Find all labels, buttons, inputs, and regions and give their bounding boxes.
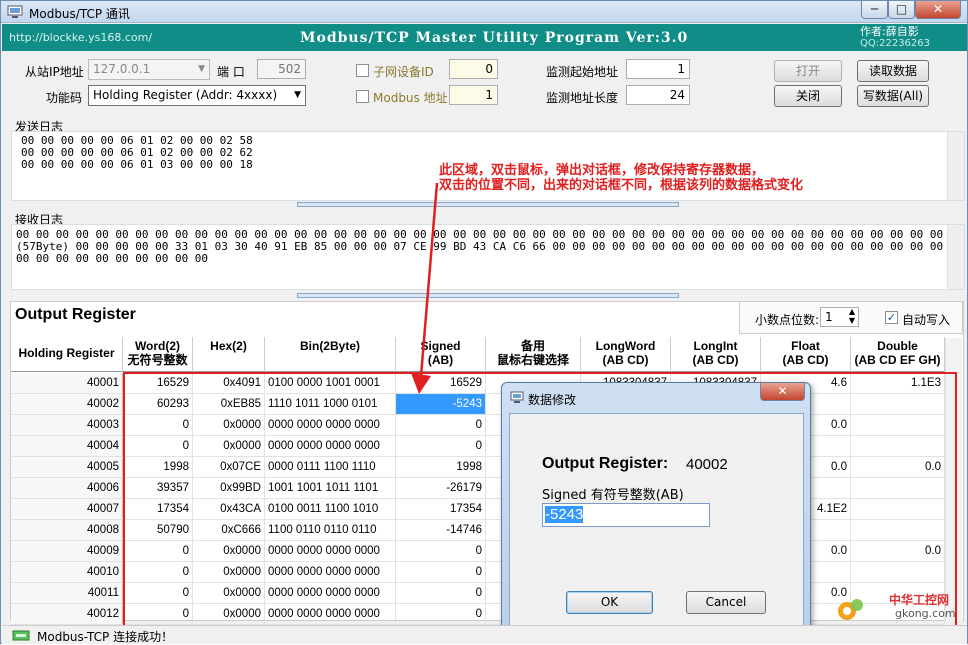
close-button[interactable]: ✕: [915, 1, 961, 19]
app-icon: [7, 5, 23, 18]
row-header[interactable]: 40012: [11, 604, 123, 625]
row-header[interactable]: 40011: [11, 583, 123, 604]
modbus-addr-checkbox[interactable]: [356, 90, 369, 103]
dialog-register-number: 40002: [686, 456, 728, 473]
annotation-text: 此区域，双击鼠标，弹出对话框，修改保持寄存器数据， 双击的位置不同，出来的对话框不…: [439, 163, 803, 193]
column-header-hex[interactable]: Hex(2): [193, 337, 265, 372]
column-header-double[interactable]: Double (AB CD EF GH): [851, 337, 945, 372]
decimals-label: 小数点位数:: [755, 313, 820, 327]
send-log-text: 00 00 00 00 00 06 01 02 00 00 02 58 00 00…: [21, 135, 253, 171]
start-addr-label: 监测起始地址: [546, 65, 619, 79]
write-all-button[interactable]: 写数据(All): [857, 85, 929, 107]
column-header-addr[interactable]: Holding Register: [11, 337, 123, 372]
spinner-arrows-icon[interactable]: ▲ ▼: [849, 307, 855, 325]
author-name: 作者:薛自影: [860, 25, 919, 38]
gear-icon: [838, 599, 863, 620]
column-header-word[interactable]: Word(2) 无符号整数: [123, 337, 193, 372]
send-log-splitter[interactable]: [297, 202, 679, 207]
close-connection-button[interactable]: 关闭: [774, 85, 842, 107]
window-title: Modbus/TCP 通讯: [29, 7, 130, 21]
connection-icon: [12, 630, 30, 641]
row-header[interactable]: 40002: [11, 394, 123, 415]
dialog-value-selected: -5243: [545, 506, 584, 523]
column-header-spare[interactable]: 备用 鼠标右键选择: [486, 337, 581, 372]
function-code-select[interactable]: Holding Register (Addr: 4xxxx) ▼: [88, 85, 306, 106]
annotation-line: 此区域，双击鼠标，弹出对话框，修改保持寄存器数据，: [439, 163, 765, 178]
log-line: 00 00 00 00 00 06 01 03 00 00 00 18: [21, 158, 253, 171]
port-field[interactable]: 502: [257, 59, 306, 79]
row-header[interactable]: 40001: [11, 373, 123, 394]
subnet-id-label: 子网设备ID: [373, 65, 434, 79]
ip-combo[interactable]: 127.0.0.1 ▼: [88, 59, 210, 80]
dialog-body: Output Register: 40002 Signed 有符号整数(AB) …: [509, 413, 804, 629]
row-header[interactable]: 40008: [11, 520, 123, 541]
output-register-title: Output Register: [15, 306, 136, 323]
dialog-value-input[interactable]: -5243: [542, 503, 710, 527]
start-addr-field[interactable]: 1: [626, 59, 690, 79]
row-header[interactable]: 40010: [11, 562, 123, 583]
subnet-id-checkbox[interactable]: [356, 64, 369, 77]
read-data-button[interactable]: 读取数据: [857, 60, 929, 82]
column-header-lint[interactable]: LongInt (AB CD): [671, 337, 761, 372]
chevron-down-icon: ▼: [198, 64, 205, 74]
row-header[interactable]: 40004: [11, 436, 123, 457]
open-button[interactable]: 打开: [774, 60, 842, 82]
dialog-heading: Output Register:: [542, 455, 669, 472]
function-code-value: Holding Register (Addr: 4xxxx): [93, 88, 278, 102]
annotation-arrow: [411, 182, 439, 394]
recv-log-scrollbar[interactable]: [947, 225, 964, 289]
func-label: 功能码: [46, 91, 83, 105]
maximize-button[interactable]: □: [888, 1, 915, 19]
row-header[interactable]: 40007: [11, 499, 123, 520]
dialog-field-label: Signed 有符号整数(AB): [542, 488, 684, 503]
watermark-logo: 中华工控网 gkong.com: [833, 587, 963, 627]
watermark-site: 中华工控网: [889, 593, 950, 607]
auto-write-label: 自动写入: [902, 313, 951, 327]
chevron-down-icon: ▼: [294, 90, 301, 100]
dialog-close-button[interactable]: ✕: [760, 383, 805, 401]
recv-log-text: 00 00 00 00 00 00 00 00 00 00 00 00 00 0…: [16, 229, 944, 265]
row-header[interactable]: 40006: [11, 478, 123, 499]
ok-button[interactable]: OK: [566, 591, 653, 614]
author-info: 作者:薛自影 QQ:22236263: [860, 26, 930, 50]
send-log-scrollbar[interactable]: [947, 132, 964, 200]
modbus-addr-label: Modbus 地址: [373, 91, 448, 105]
column-header-float[interactable]: Float (AB CD): [761, 337, 851, 372]
program-title: Modbus/TCP Master Utility Program Ver:3.…: [300, 30, 689, 46]
row-header[interactable]: 40005: [11, 457, 123, 478]
auto-write-checkbox[interactable]: ✓: [885, 311, 898, 324]
addr-length-label: 监测地址长度: [546, 91, 619, 105]
status-text: Modbus-TCP 连接成功！: [37, 630, 174, 644]
author-qq: QQ:22236263: [860, 38, 931, 49]
log-line: 00 00 00 00 00 00 00 00 00 00: [16, 252, 209, 265]
subnet-id-field[interactable]: 0: [449, 59, 498, 79]
ip-value: 127.0.0.1: [93, 62, 151, 76]
header-banner: http://blockke.ys168.com/ Modbus/TCP Mas…: [2, 24, 967, 51]
recv-log-splitter[interactable]: [297, 293, 679, 298]
ip-label: 从站IP地址: [25, 65, 84, 79]
minimize-button[interactable]: ─: [861, 1, 888, 19]
addr-length-field[interactable]: 24: [626, 85, 690, 105]
edit-data-dialog: 数据修改 ✕ Output Register: 40002 Signed 有符号…: [501, 382, 811, 635]
decimals-value: 1: [825, 310, 833, 324]
modbus-addr-field[interactable]: 1: [449, 85, 498, 105]
app-window: Modbus/TCP 通讯 ─ □ ✕ http://blockke.ys168…: [0, 0, 968, 644]
decimals-spinner[interactable]: 1 ▲ ▼: [820, 307, 859, 327]
column-header-lword[interactable]: LongWord (AB CD): [581, 337, 671, 372]
status-bar: Modbus-TCP 连接成功！: [2, 625, 967, 644]
dialog-app-icon: [510, 391, 524, 403]
title-bar: Modbus/TCP 通讯 ─ □ ✕: [1, 1, 967, 23]
row-header[interactable]: 40009: [11, 541, 123, 562]
port-label: 端 口: [217, 65, 245, 79]
column-header-bin[interactable]: Bin(2Byte): [265, 337, 396, 372]
row-header[interactable]: 40003: [11, 415, 123, 436]
dialog-title: 数据修改: [528, 393, 577, 407]
website-link[interactable]: http://blockke.ys168.com/: [9, 31, 152, 44]
watermark-domain: gkong.com: [895, 607, 956, 620]
annotation-line: 双击的位置不同，出来的对话框不同，根据该列的数据格式变化: [439, 178, 804, 193]
cancel-button[interactable]: Cancel: [686, 591, 766, 614]
